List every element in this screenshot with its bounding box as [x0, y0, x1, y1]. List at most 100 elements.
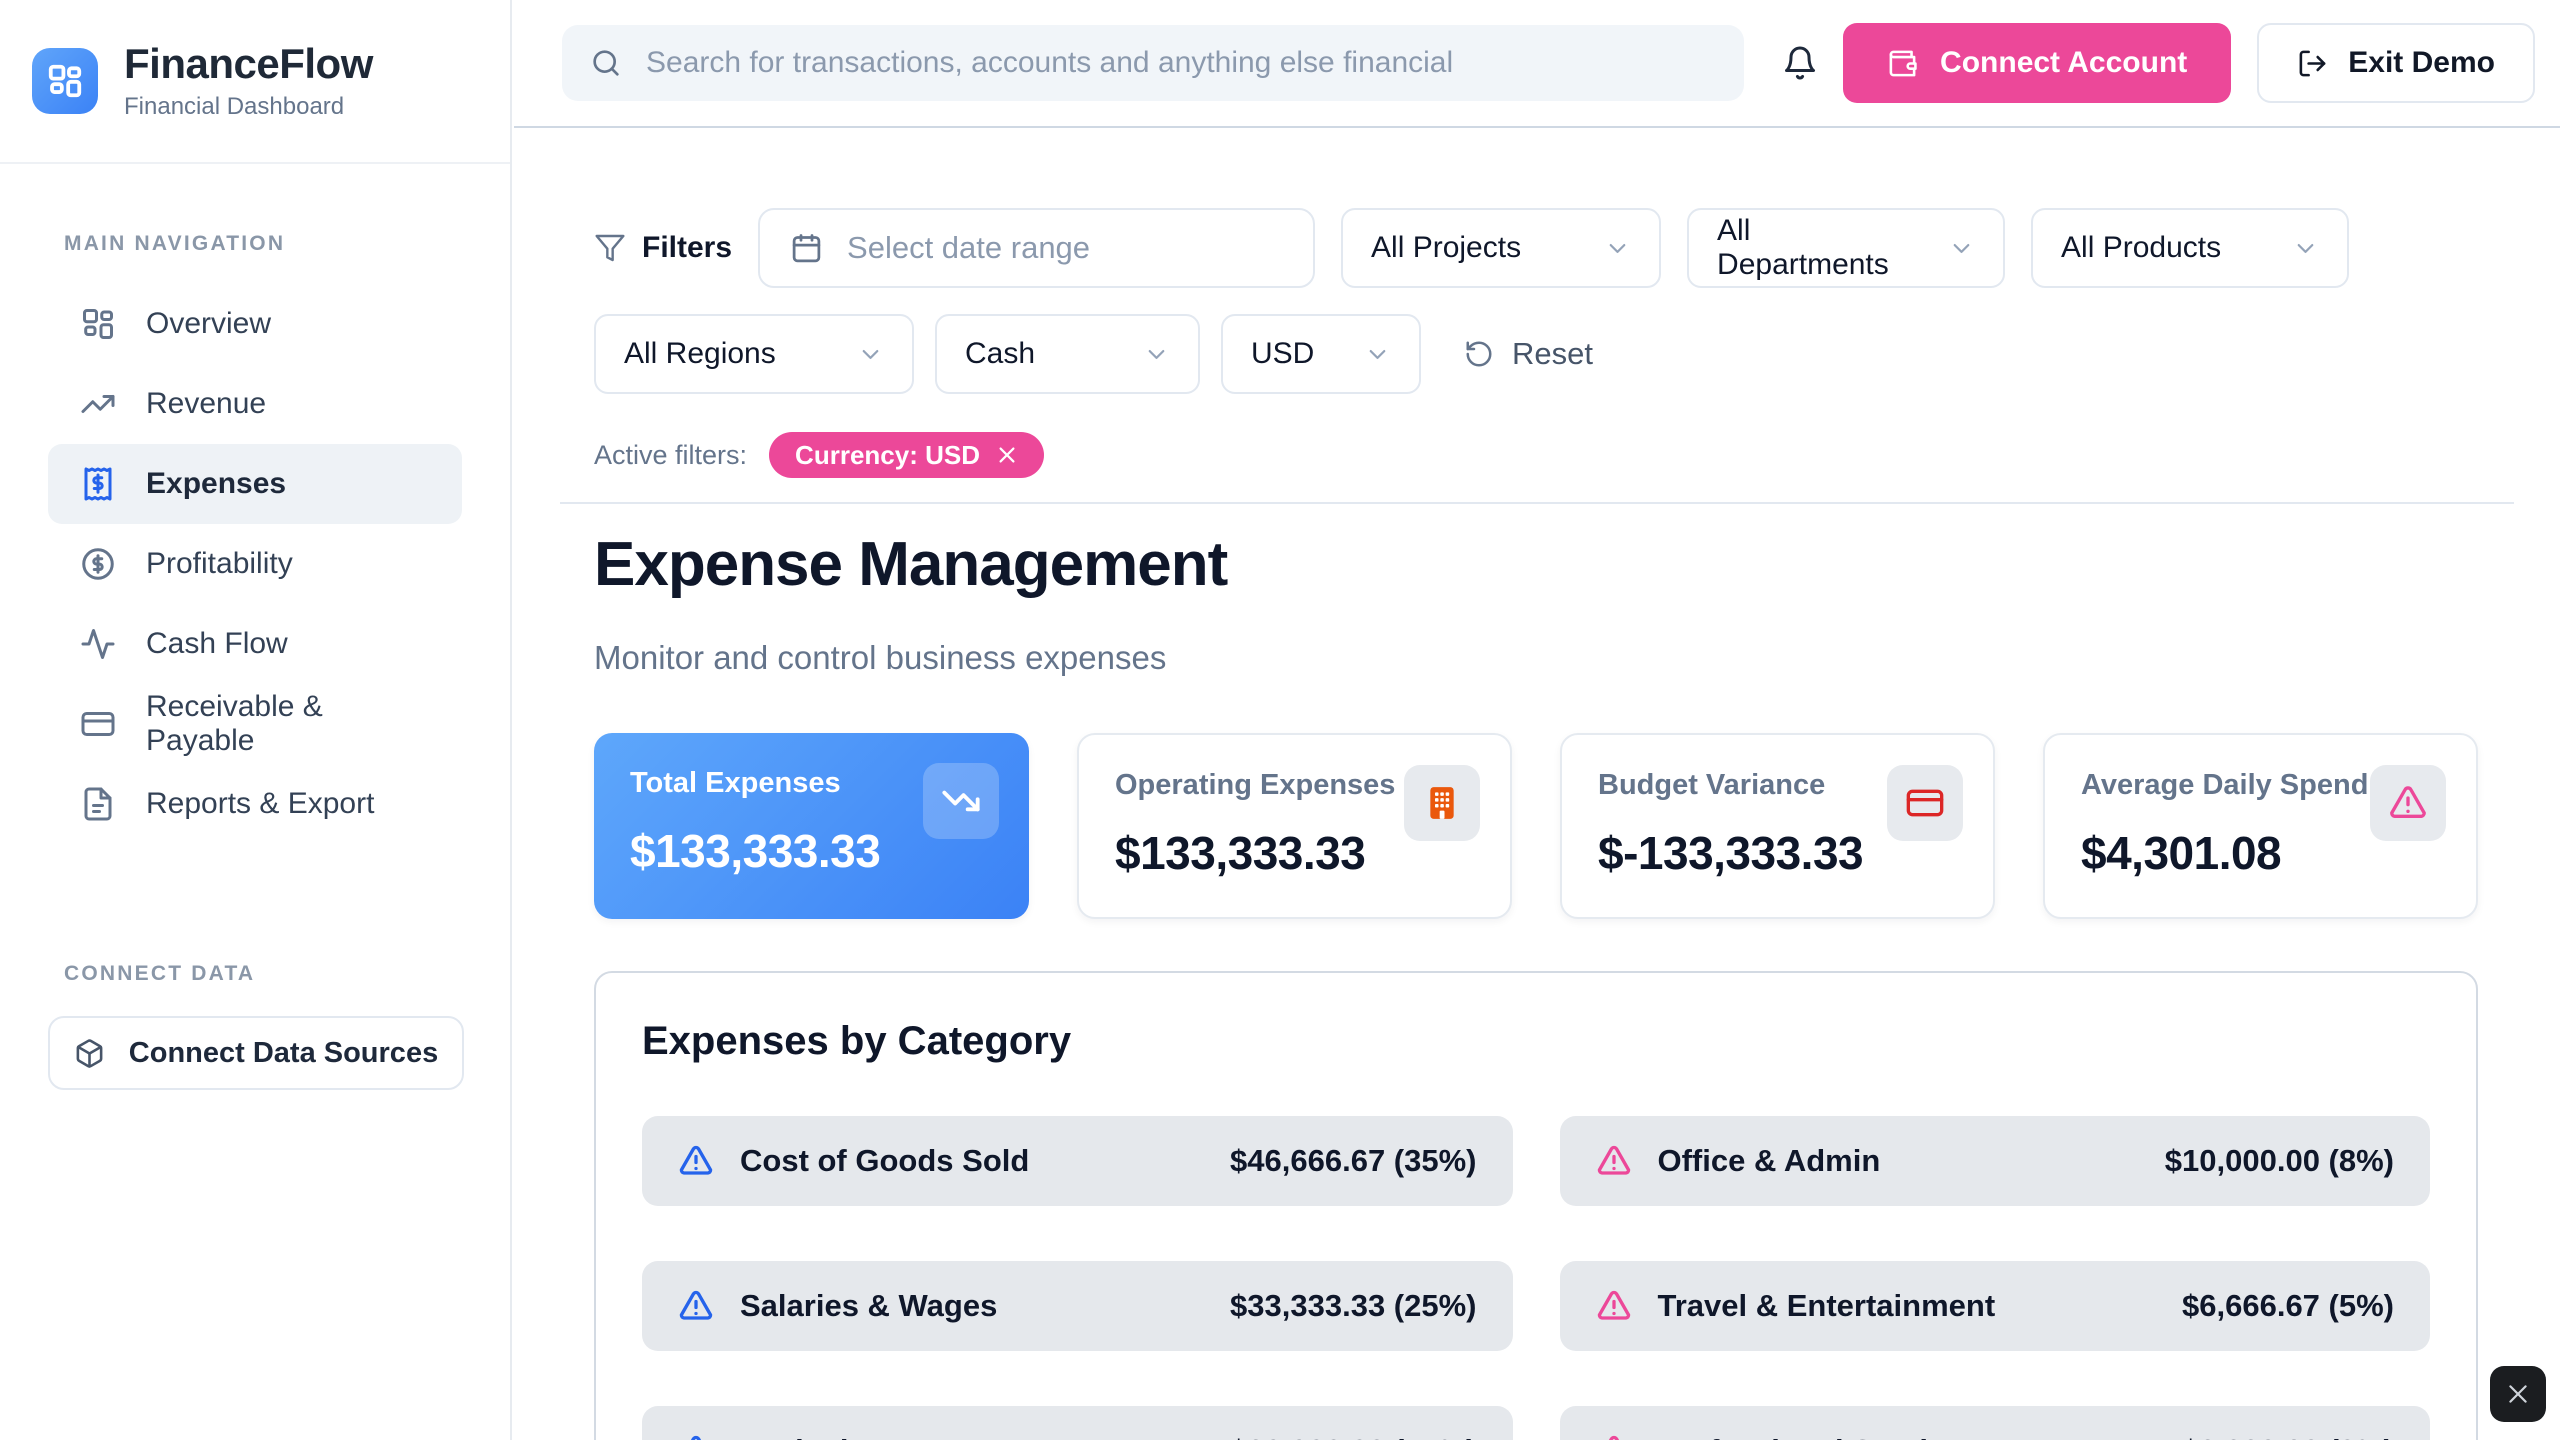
category-amount: $33,333.33 (25%) — [1230, 1288, 1476, 1324]
section-divider — [560, 502, 2514, 504]
sidebar-item-receivable-payable[interactable]: Receivable & Payable — [48, 684, 462, 764]
sidebar-item-label: Revenue — [146, 387, 266, 421]
filters-label: Filters — [594, 231, 732, 265]
sidebar: FinanceFlow Financial Dashboard MAIN NAV… — [0, 0, 512, 1440]
layout-dashboard-icon — [80, 306, 116, 342]
chevron-down-icon — [1604, 235, 1631, 262]
category-row-travel-entertainment: Travel & Entertainment $6,666.67 (5%) — [1560, 1261, 2431, 1351]
calendar-icon — [790, 232, 823, 265]
alert-triangle-icon — [1596, 1143, 1632, 1179]
active-filters-row: Active filters: Currency: USD — [594, 432, 2478, 478]
alert-triangle-icon — [1596, 1288, 1632, 1324]
main-navigation: Overview Revenue Expenses Profitability … — [0, 284, 510, 844]
main-area: Connect Account Exit Demo Filters — [514, 0, 2560, 1440]
close-icon — [2505, 1381, 2531, 1407]
funnel-icon — [594, 232, 626, 264]
app-tagline: Financial Dashboard — [124, 93, 373, 121]
connect-account-button[interactable]: Connect Account — [1843, 23, 2231, 103]
category-amount: $46,666.67 (35%) — [1230, 1143, 1476, 1179]
category-row-office-admin: Office & Admin $10,000.00 (8%) — [1560, 1116, 2431, 1206]
category-row-professional-services: Professional Services $3,333.33 (3%) — [1560, 1406, 2431, 1440]
app-title: FinanceFlow — [124, 41, 373, 87]
trending-down-icon — [941, 781, 981, 821]
panel-title: Expenses by Category — [642, 1019, 2430, 1064]
alert-triangle-icon — [678, 1433, 714, 1440]
stat-card-average-daily-spend: Average Daily Spend $4,301.08 — [2043, 733, 2478, 919]
active-filters-label: Active filters: — [594, 440, 747, 471]
close-overlay-button[interactable] — [2490, 1366, 2546, 1422]
sidebar-item-label: Overview — [146, 307, 271, 341]
stat-card-operating-expenses: Operating Expenses $133,333.33 — [1077, 733, 1512, 919]
sidebar-item-label: Profitability — [146, 547, 293, 581]
sidebar-item-reports-export[interactable]: Reports & Export — [48, 764, 462, 844]
category-row-salaries-wages: Salaries & Wages $33,333.33 (25%) — [642, 1261, 1513, 1351]
wallet-icon — [1887, 48, 1918, 79]
receipt-icon — [80, 466, 116, 502]
credit-card-icon — [80, 706, 116, 742]
sidebar-item-revenue[interactable]: Revenue — [48, 364, 462, 444]
stat-cards: Total Expenses $133,333.33 Operating Exp… — [594, 733, 2478, 919]
chevron-down-icon — [2292, 235, 2319, 262]
departments-select[interactable]: All Departments — [1687, 208, 2005, 288]
alert-triangle-icon — [678, 1143, 714, 1179]
building-icon — [1422, 783, 1462, 823]
chevron-down-icon — [1948, 235, 1975, 262]
nav-section-header: MAIN NAVIGATION — [64, 232, 510, 256]
stat-card-total-expenses: Total Expenses $133,333.33 — [594, 733, 1029, 919]
sidebar-item-expenses[interactable]: Expenses — [48, 444, 462, 524]
currency-filter-chip[interactable]: Currency: USD — [769, 432, 1044, 478]
category-row-marketing: Marketing $20,000.00 (15%) — [642, 1406, 1513, 1440]
page-subtitle: Monitor and control business expenses — [594, 639, 2478, 677]
projects-select[interactable]: All Projects — [1341, 208, 1661, 288]
circle-dollar-icon — [80, 546, 116, 582]
logout-icon — [2297, 48, 2328, 79]
sidebar-item-cash-flow[interactable]: Cash Flow — [48, 604, 462, 684]
alert-triangle-icon — [678, 1288, 714, 1324]
products-select[interactable]: All Products — [2031, 208, 2349, 288]
expenses-by-category-panel: Expenses by Category Cost of Goods Sold … — [594, 971, 2478, 1440]
sidebar-item-label: Receivable & Payable — [146, 690, 430, 758]
rotate-ccw-icon — [1464, 339, 1494, 369]
sidebar-item-label: Expenses — [146, 467, 286, 501]
currency-select[interactable]: USD — [1221, 314, 1421, 394]
content: Filters All Projects All Departments — [514, 208, 2560, 1440]
package-icon — [74, 1038, 105, 1069]
search-input[interactable] — [644, 45, 1716, 81]
category-amount: $10,000.00 (8%) — [2165, 1143, 2394, 1179]
brand: FinanceFlow Financial Dashboard — [0, 0, 510, 164]
filters-row-2: All Regions Cash USD Reset — [594, 314, 2478, 394]
date-range-picker[interactable] — [758, 208, 1315, 288]
search-icon — [590, 47, 622, 79]
trending-up-icon — [80, 386, 116, 422]
reset-filters-button[interactable]: Reset — [1464, 336, 1593, 372]
bell-icon[interactable] — [1782, 45, 1818, 81]
chevron-down-icon — [1143, 341, 1170, 368]
activity-icon — [80, 626, 116, 662]
page-title: Expense Management — [594, 532, 2478, 597]
app-window: FinanceFlow Financial Dashboard MAIN NAV… — [0, 0, 2560, 1440]
category-amount: $3,333.33 (3%) — [2182, 1433, 2394, 1440]
category-amount: $20,000.00 (15%) — [1230, 1433, 1476, 1440]
exit-demo-button[interactable]: Exit Demo — [2257, 23, 2535, 103]
alert-triangle-icon — [2388, 783, 2428, 823]
connect-data-sources-button[interactable]: Connect Data Sources — [48, 1016, 464, 1090]
credit-card-icon — [1905, 783, 1945, 823]
app-logo-icon — [32, 48, 98, 114]
filters-row-1: Filters All Projects All Departments — [594, 208, 2478, 288]
regions-select[interactable]: All Regions — [594, 314, 914, 394]
search-bar[interactable] — [562, 25, 1744, 101]
close-icon[interactable] — [996, 444, 1018, 466]
category-list: Cost of Goods Sold $46,666.67 (35%) Offi… — [642, 1116, 2430, 1440]
category-amount: $6,666.67 (5%) — [2182, 1288, 2394, 1324]
sidebar-item-profitability[interactable]: Profitability — [48, 524, 462, 604]
sidebar-item-label: Reports & Export — [146, 787, 374, 821]
alert-triangle-icon — [1596, 1433, 1632, 1440]
date-range-input[interactable] — [845, 229, 1283, 267]
connect-data-header: CONNECT DATA — [64, 962, 510, 986]
chevron-down-icon — [1364, 341, 1391, 368]
stat-card-budget-variance: Budget Variance $-133,333.33 — [1560, 733, 1995, 919]
chevron-down-icon — [857, 341, 884, 368]
file-text-icon — [80, 786, 116, 822]
payment-method-select[interactable]: Cash — [935, 314, 1200, 394]
sidebar-item-overview[interactable]: Overview — [48, 284, 462, 364]
